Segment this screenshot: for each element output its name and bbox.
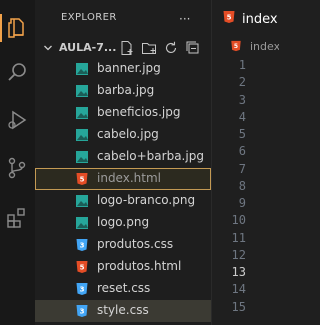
extensions-icon[interactable] <box>5 206 29 230</box>
active-indicator <box>0 14 2 42</box>
vscode-window: EXPLORER ··· AULA-7... banner.jpg barba.… <box>0 0 279 325</box>
image-file-icon <box>76 129 88 141</box>
file-item[interactable]: 5 produtos.html <box>35 256 211 278</box>
file-item[interactable]: 3 reset.css <box>35 278 211 300</box>
svg-text:5: 5 <box>234 43 238 50</box>
new-folder-icon[interactable] <box>141 40 157 56</box>
image-file-icon <box>76 107 88 119</box>
css3-file-icon: 3 <box>76 239 88 251</box>
html5-file-icon: 5 <box>231 40 241 52</box>
file-name: banner.jpg <box>97 61 161 75</box>
html5-file-icon: 5 <box>223 11 235 23</box>
line-number-current: 13 <box>231 265 246 280</box>
file-name: reset.css <box>97 281 151 295</box>
file-name: produtos.html <box>97 259 182 273</box>
file-name: logo.png <box>97 215 150 229</box>
line-number: 2 <box>238 75 246 90</box>
editor-tab-index-html[interactable]: 5 index.h <box>212 0 279 36</box>
file-item[interactable]: beneficios.jpg <box>35 102 211 124</box>
breadcrumb-label: index <box>250 40 279 53</box>
line-number: 10 <box>231 213 246 228</box>
image-file-icon <box>76 195 88 207</box>
image-file-icon <box>76 217 88 229</box>
file-item-selected[interactable]: 5 index.html <box>35 168 211 190</box>
line-number: 4 <box>238 109 246 124</box>
svg-text:5: 5 <box>80 176 85 184</box>
line-number: 11 <box>231 230 246 245</box>
image-file-icon <box>76 85 88 97</box>
line-number: 14 <box>231 282 246 297</box>
line-number: 9 <box>238 196 246 211</box>
line-number: 7 <box>238 161 246 176</box>
explorer-panel: EXPLORER ··· AULA-7... banner.jpg barba.… <box>35 0 212 325</box>
file-item[interactable]: cabelo.jpg <box>35 124 211 146</box>
search-icon[interactable] <box>5 60 29 84</box>
source-control-icon[interactable] <box>5 156 29 180</box>
file-item[interactable]: logo-branco.png <box>35 190 211 212</box>
file-name: barba.jpg <box>97 83 155 97</box>
file-name: produtos.css <box>97 237 174 251</box>
chevron-down-icon[interactable] <box>43 43 53 53</box>
activity-bar <box>0 0 35 325</box>
line-number: 1 <box>238 58 246 72</box>
svg-text:3: 3 <box>80 308 85 316</box>
files-icon[interactable] <box>5 16 29 40</box>
image-file-icon <box>76 151 88 163</box>
line-number: 12 <box>231 247 246 262</box>
tab-label: index.h <box>242 12 279 27</box>
html5-file-icon: 5 <box>76 261 88 273</box>
line-number: 5 <box>238 127 246 142</box>
svg-text:5: 5 <box>80 264 85 272</box>
refresh-icon[interactable] <box>163 40 179 56</box>
workspace-folder-name: AULA-7... <box>59 41 117 54</box>
collapse-all-icon[interactable] <box>185 40 201 56</box>
file-item[interactable]: banner.jpg <box>35 58 211 80</box>
run-debug-icon[interactable] <box>5 108 29 132</box>
file-item[interactable]: barba.jpg <box>35 80 211 102</box>
html5-file-icon: 5 <box>76 173 88 185</box>
file-item[interactable]: logo.png <box>35 212 211 234</box>
line-number: 8 <box>238 178 246 193</box>
file-item[interactable]: 3 produtos.css <box>35 234 211 256</box>
svg-text:5: 5 <box>227 14 232 22</box>
image-file-icon <box>76 63 88 75</box>
file-name: cabelo.jpg <box>97 127 159 141</box>
line-number: 6 <box>238 144 246 159</box>
file-name: index.html <box>97 171 161 185</box>
file-name: beneficios.jpg <box>97 105 181 119</box>
more-actions-icon[interactable]: ··· <box>179 12 190 26</box>
editor-area: 5 index.h 5 index 1 2 3 4 5 6 7 8 9 10 1… <box>212 0 279 325</box>
new-file-icon[interactable] <box>119 40 135 56</box>
line-number: 3 <box>238 92 246 107</box>
explorer-title: EXPLORER <box>61 12 117 23</box>
file-name: cabelo+barba.jpg <box>97 149 204 163</box>
file-item[interactable]: cabelo+barba.jpg <box>35 146 211 168</box>
svg-text:3: 3 <box>80 286 85 294</box>
workspace-folder-header[interactable]: AULA-7... <box>35 38 211 58</box>
file-name: style.css <box>97 303 149 317</box>
breadcrumb[interactable]: 5 index <box>212 36 279 56</box>
line-number: 15 <box>231 299 246 314</box>
css3-file-icon: 3 <box>76 305 88 317</box>
svg-text:3: 3 <box>80 242 85 250</box>
file-item-active[interactable]: 3 style.css <box>35 300 211 322</box>
css3-file-icon: 3 <box>76 283 88 295</box>
file-name: logo-branco.png <box>97 193 196 207</box>
